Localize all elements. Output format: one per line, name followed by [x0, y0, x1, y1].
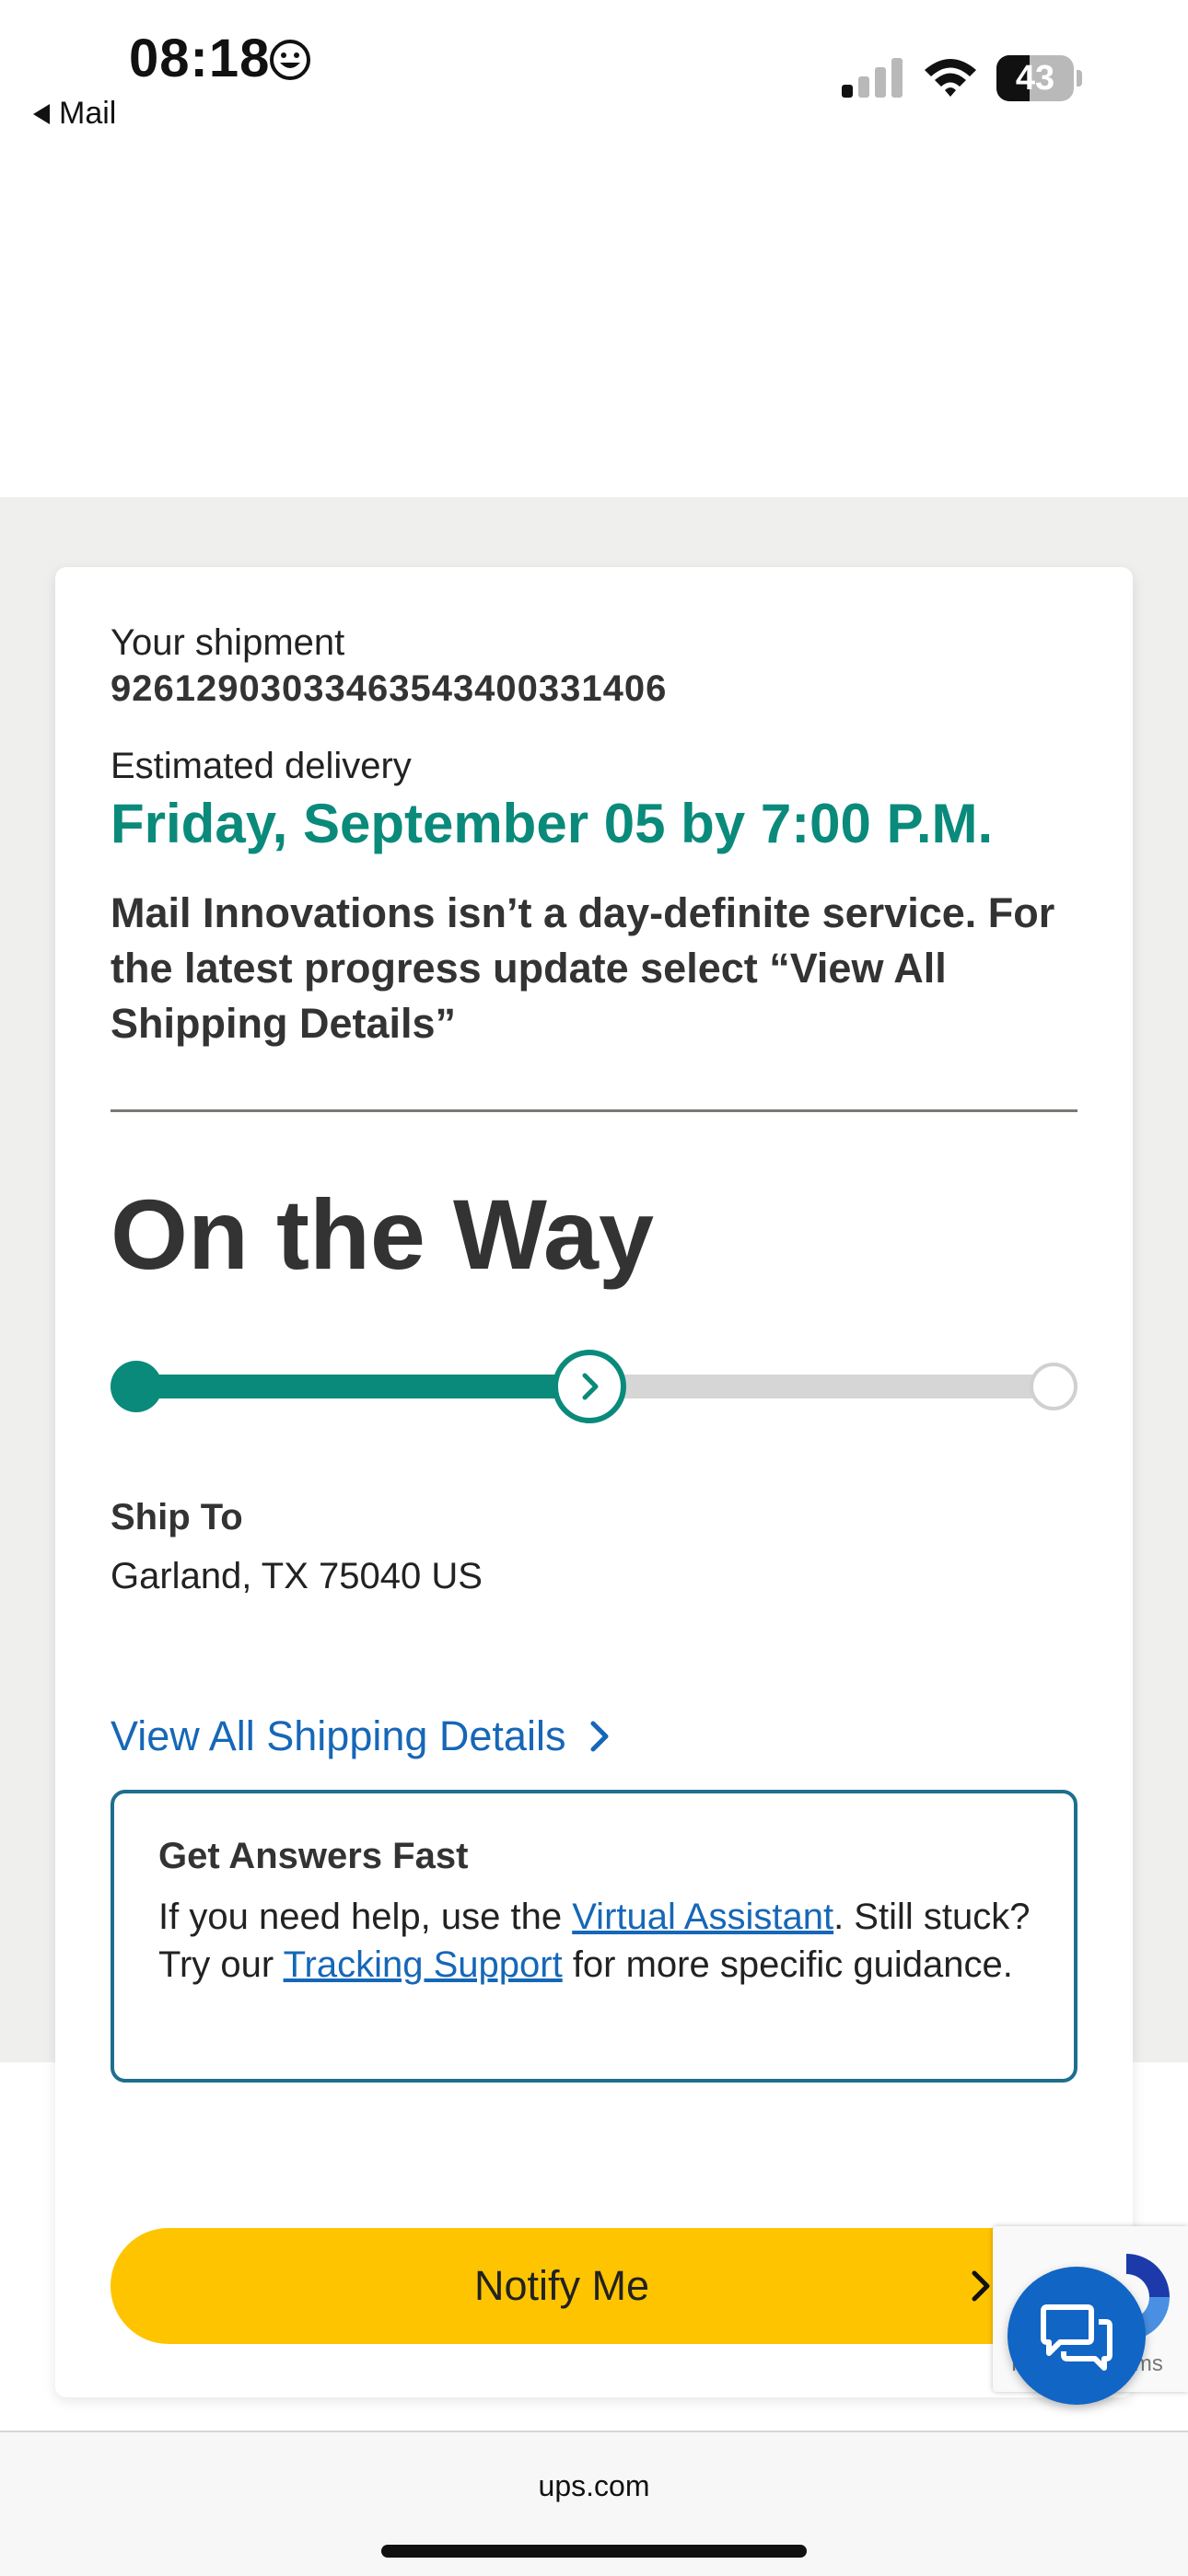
wifi-icon — [925, 59, 976, 97]
status-heading: On the Way — [111, 1178, 655, 1290]
progress-current-step — [553, 1350, 626, 1423]
progress-tracker — [111, 1350, 1077, 1423]
divider — [111, 1109, 1077, 1112]
help-text: If you need help, use the Virtual Assist… — [158, 1893, 1042, 1989]
ship-to-label: Ship To — [111, 1497, 243, 1537]
url-text[interactable]: ups.com — [0, 2469, 1188, 2503]
help-text-part: for more specific guidance. — [562, 1944, 1013, 1985]
chevron-right-icon — [590, 1721, 609, 1752]
help-box: Get Answers Fast If you need help, use t… — [111, 1790, 1077, 2083]
cellular-signal-icon — [842, 58, 903, 98]
home-indicator — [381, 2545, 807, 2558]
tracking-number: 92612903033463543400331406 — [111, 668, 668, 709]
shipment-label: Your shipment — [111, 622, 345, 663]
battery-icon: 43 — [996, 55, 1082, 101]
details-link-label: View All Shipping Details — [111, 1712, 566, 1759]
tracking-support-link[interactable]: Tracking Support — [284, 1944, 563, 1985]
progress-end-dot — [1030, 1363, 1077, 1410]
delivery-date: Friday, September 05 by 7:00 P.M. — [111, 793, 994, 854]
chat-bubbles-icon — [1041, 2304, 1112, 2371]
chevron-right-icon — [972, 2270, 990, 2302]
back-arrow-icon — [33, 103, 50, 124]
service-notice: Mail Innovations isn’t a day-definite se… — [111, 889, 1055, 1047]
progress-fill — [129, 1375, 589, 1398]
ship-to-address: Garland, TX 75040 US — [111, 1556, 483, 1596]
tracking-card: Your shipment 92612903033463543400331406… — [55, 567, 1133, 2397]
help-text-part: If you need help, use the — [158, 1897, 573, 1937]
view-all-shipping-details-link[interactable]: View All Shipping Details — [111, 1712, 611, 1760]
estimated-delivery-label: Estimated delivery — [111, 746, 412, 786]
smiley-icon — [270, 40, 310, 80]
chevron-right-icon — [582, 1373, 599, 1400]
progress-start-dot — [111, 1361, 162, 1412]
help-title: Get Answers Fast — [158, 1836, 469, 1876]
status-bar: 08:18 Mail 43 — [0, 0, 1188, 166]
notify-me-label: Notify Me — [473, 2262, 650, 2309]
back-to-mail-button[interactable]: Mail — [33, 96, 116, 132]
browser-bottom-bar: ups.com — [0, 2431, 1188, 2576]
virtual-assistant-link[interactable]: Virtual Assistant — [572, 1897, 833, 1937]
status-time: 08:18 — [129, 29, 271, 88]
battery-level: 43 — [1015, 59, 1055, 98]
chat-button[interactable] — [1007, 2267, 1146, 2405]
notify-me-button[interactable]: Notify Me — [111, 2228, 1077, 2344]
back-app-label: Mail — [59, 96, 117, 131]
